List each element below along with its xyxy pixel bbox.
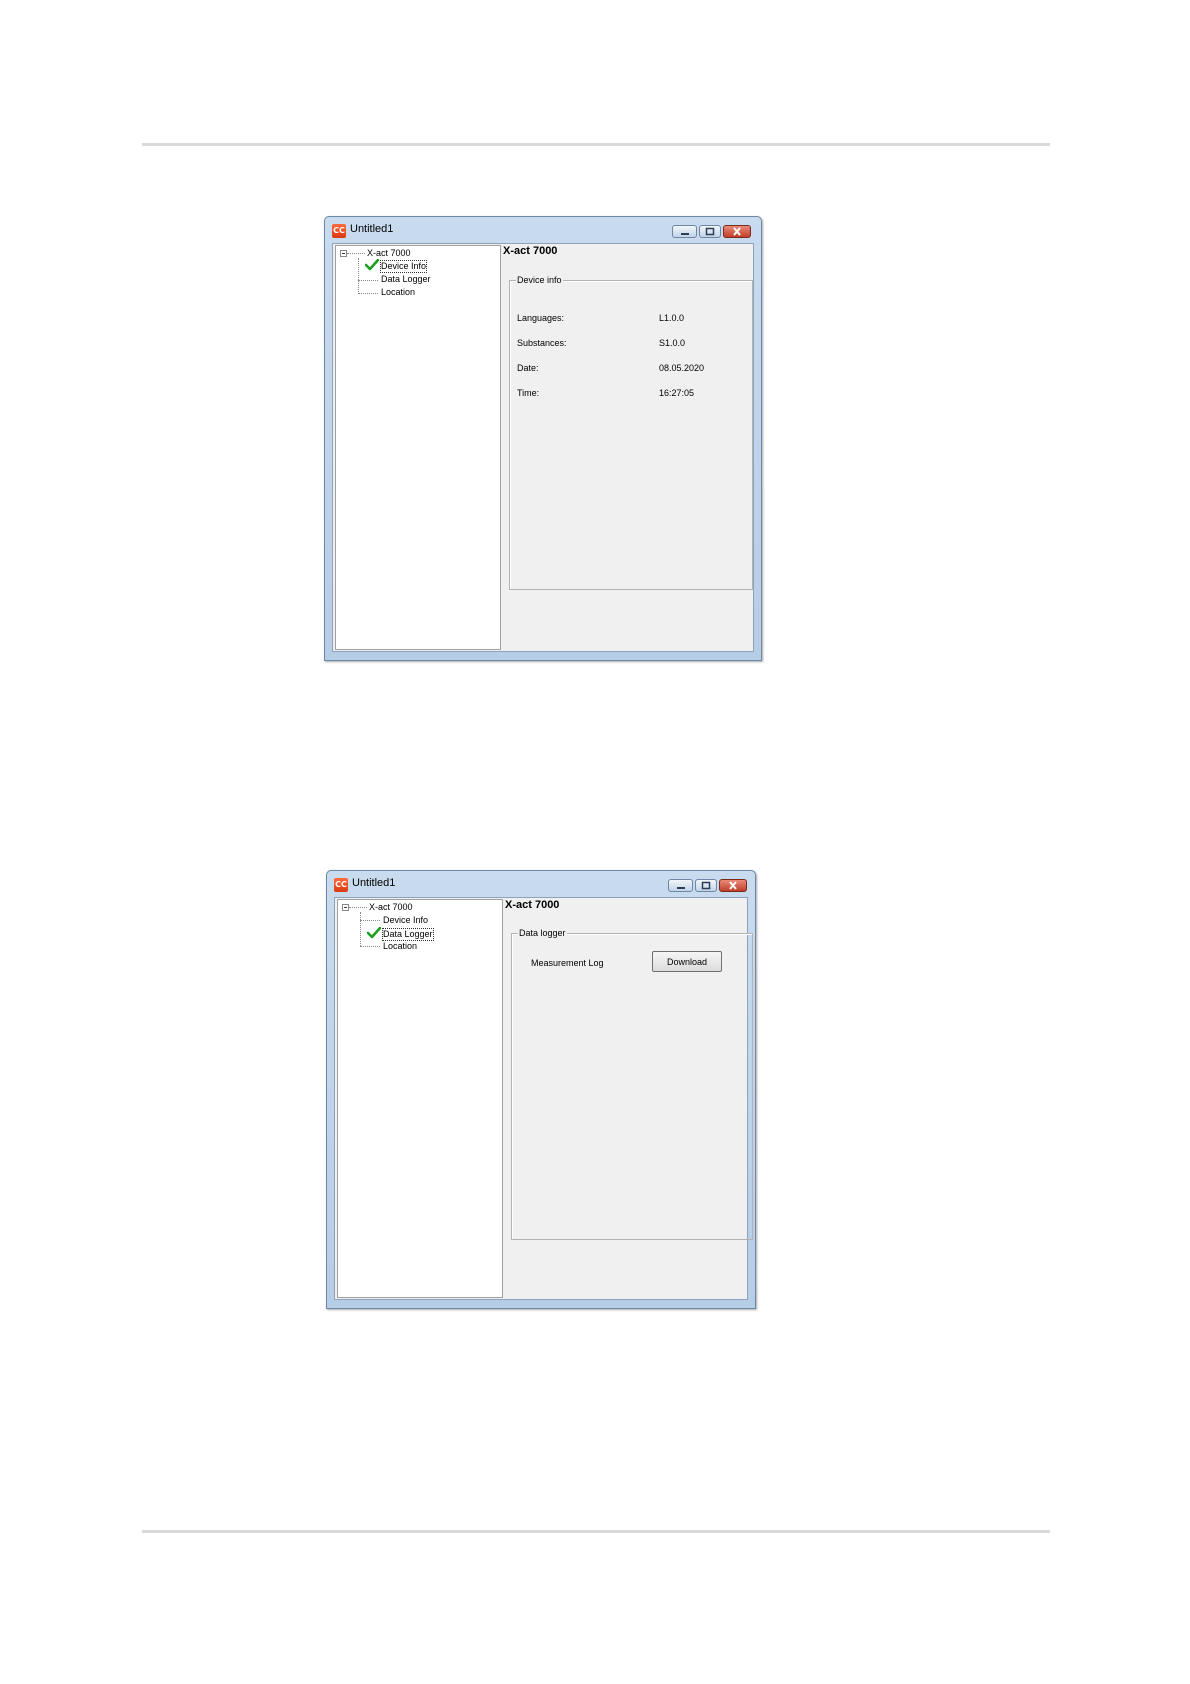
minimize-icon bbox=[676, 887, 685, 889]
device-info-group: Device info Languages: L1.0.0 Substances… bbox=[509, 274, 753, 590]
substances-value: S1.0.0 bbox=[659, 338, 686, 348]
tree-item-data-logger[interactable]: Data Logger bbox=[380, 274, 432, 285]
app-logo-icon: CC bbox=[334, 878, 348, 892]
window-device-info: CC Untitled1 X-act 7000 Device Info Data… bbox=[324, 216, 762, 661]
close-button[interactable] bbox=[723, 225, 751, 238]
navigation-tree: X-act 7000 Device Info Data Logger Locat… bbox=[336, 246, 500, 649]
tree-connector bbox=[349, 907, 367, 908]
group-legend: Device info bbox=[516, 274, 563, 286]
device-title: X-act 7000 bbox=[503, 245, 558, 257]
maximize-button[interactable] bbox=[699, 225, 721, 238]
tree-item-device-info[interactable]: Device Info bbox=[380, 260, 428, 273]
tree-connector bbox=[360, 912, 361, 946]
device-title: X-act 7000 bbox=[505, 899, 560, 911]
content-pane: X-act 7000 Device info Languages: L1.0.0… bbox=[503, 244, 753, 651]
navigation-tree: X-act 7000 Device Info Data Logger Locat… bbox=[338, 900, 502, 1297]
maximize-icon bbox=[705, 227, 715, 236]
title-bar[interactable]: CC Untitled1 bbox=[327, 871, 755, 895]
download-button[interactable]: Download bbox=[652, 951, 722, 972]
title-bar[interactable]: CC Untitled1 bbox=[325, 217, 761, 241]
client-area: X-act 7000 Device Info Data Logger Locat… bbox=[334, 897, 753, 1300]
close-icon bbox=[729, 881, 737, 890]
tree-connector bbox=[360, 920, 380, 921]
tree-connector bbox=[358, 293, 378, 294]
window-title: Untitled1 bbox=[350, 223, 394, 235]
data-logger-group: Data logger Measurement Log Download bbox=[511, 927, 753, 1240]
navigation-tree-pane[interactable]: X-act 7000 Device Info Data Logger Locat… bbox=[335, 245, 501, 650]
tree-collapse-icon[interactable] bbox=[340, 250, 347, 257]
minimize-button[interactable] bbox=[668, 879, 693, 892]
tree-item-location[interactable]: Location bbox=[380, 287, 416, 298]
maximize-icon bbox=[701, 881, 711, 890]
time-value: 16:27:05 bbox=[659, 388, 695, 398]
client-area: X-act 7000 Device Info Data Logger Locat… bbox=[332, 243, 754, 652]
languages-label: Languages: bbox=[517, 313, 565, 323]
tree-connector bbox=[358, 258, 359, 292]
languages-value: L1.0.0 bbox=[659, 313, 685, 323]
tree-item-device-info[interactable]: Device Info bbox=[382, 915, 429, 926]
app-logo-icon: CC bbox=[332, 224, 346, 238]
group-legend: Data logger bbox=[518, 927, 567, 939]
checkmark-icon bbox=[367, 927, 381, 939]
tree-connector bbox=[358, 280, 378, 281]
tree-collapse-icon[interactable] bbox=[342, 904, 349, 911]
tree-root-label[interactable]: X-act 7000 bbox=[368, 902, 414, 913]
page-top-rule bbox=[142, 143, 1050, 146]
navigation-tree-pane[interactable]: X-act 7000 Device Info Data Logger Locat… bbox=[337, 899, 503, 1298]
minimize-button[interactable] bbox=[672, 225, 697, 238]
maximize-button[interactable] bbox=[695, 879, 717, 892]
close-button[interactable] bbox=[719, 879, 747, 892]
page-bottom-rule bbox=[142, 1530, 1050, 1533]
checkmark-icon bbox=[365, 259, 379, 271]
tree-root-label[interactable]: X-act 7000 bbox=[366, 248, 412, 259]
date-value: 08.05.2020 bbox=[659, 363, 705, 373]
content-pane: X-act 7000 Data logger Measurement Log D… bbox=[505, 898, 753, 1299]
minimize-icon bbox=[680, 233, 689, 235]
tree-connector bbox=[347, 253, 365, 254]
close-icon bbox=[733, 227, 741, 236]
tree-item-data-logger[interactable]: Data Logger bbox=[382, 928, 434, 941]
substances-label: Substances: bbox=[517, 338, 567, 348]
tree-connector bbox=[360, 946, 380, 947]
tree-item-location[interactable]: Location bbox=[382, 941, 418, 952]
time-label: Time: bbox=[517, 388, 540, 398]
measurement-log-label: Measurement Log bbox=[531, 958, 604, 968]
window-data-logger: CC Untitled1 X-act 7000 Device Info Data… bbox=[326, 870, 756, 1309]
date-label: Date: bbox=[517, 363, 539, 373]
window-title: Untitled1 bbox=[352, 877, 396, 889]
